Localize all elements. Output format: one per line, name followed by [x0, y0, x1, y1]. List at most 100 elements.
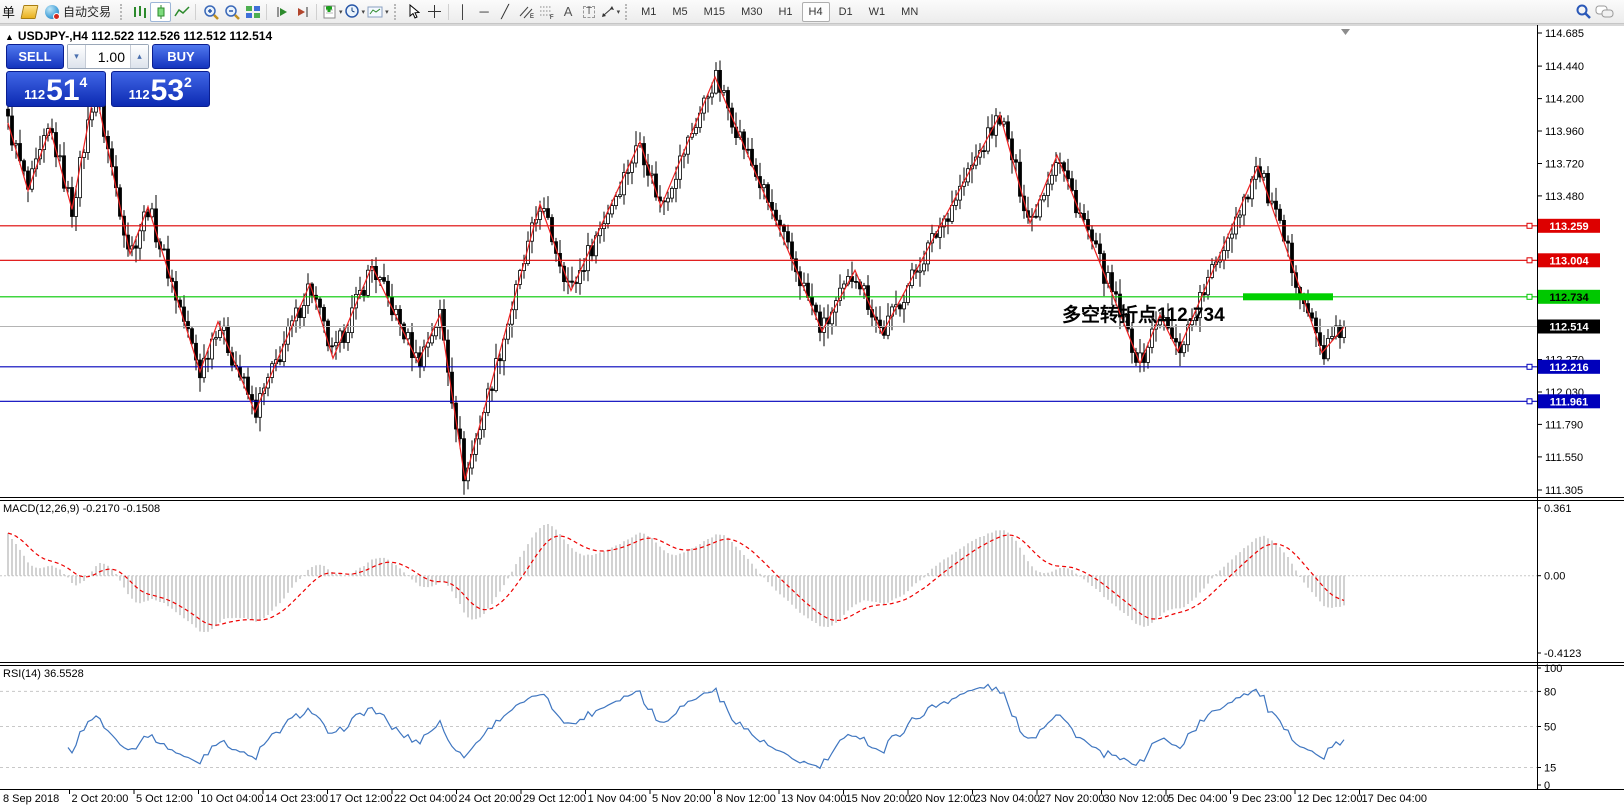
svg-text:112.734: 112.734 [1549, 292, 1589, 304]
svg-text:8 Nov 12:00: 8 Nov 12:00 [717, 793, 776, 805]
new-order-icon-button[interactable] [19, 2, 40, 22]
sell-button[interactable]: SELL [6, 44, 64, 69]
sell-price-prefix: 112 [24, 87, 46, 103]
svg-text:50: 50 [1544, 722, 1556, 734]
timeframe-w1[interactable]: W1 [862, 2, 893, 22]
search-button[interactable] [1573, 2, 1594, 22]
svg-text:112.216: 112.216 [1549, 362, 1588, 374]
dropdown-arrow-icon: ▾ [339, 8, 343, 16]
chart-header: ▲ USDJPY-,H4 112.522 112.526 112.512 112.… [5, 29, 272, 43]
timeframe-h4[interactable]: H4 [801, 1, 830, 22]
equidistant-channel-icon: E [519, 6, 534, 19]
chart-shift-button[interactable] [292, 2, 313, 22]
chart-shift-marker[interactable] [1341, 29, 1350, 35]
macd-panel-graphics [0, 524, 1537, 632]
svg-text:29 Oct 12:00: 29 Oct 12:00 [523, 793, 586, 805]
timeframe-h1[interactable]: H1 [771, 2, 799, 22]
timeframe-mn[interactable]: MN [894, 2, 925, 22]
tile-windows-button[interactable] [242, 2, 263, 22]
vertical-line-icon: │ [459, 4, 468, 19]
clock-icon [344, 4, 359, 18]
svg-text:114.440: 114.440 [1545, 61, 1584, 73]
turning-point-annotation: 多空转折点112.734 [1062, 303, 1225, 326]
svg-text:1 Nov 04:00: 1 Nov 04:00 [588, 793, 647, 805]
timeframe-m1[interactable]: M1 [634, 2, 663, 22]
svg-text:15 Nov 20:00: 15 Nov 20:00 [846, 793, 911, 805]
volume-input[interactable]: 1.00 [86, 45, 130, 68]
toolbar: 单 自动交易 ▾ ▾ ▾ │ ─ ╱ E F A T ▾ M1 M5 M15 M… [0, 0, 1624, 24]
dropdown-arrow-icon: ▾ [385, 8, 389, 16]
new-chart-button[interactable]: ▾ [321, 2, 344, 22]
buy-price-display[interactable]: 112 53 2 [110, 71, 210, 107]
svg-text:-0.4123: -0.4123 [1544, 648, 1581, 660]
channel-button[interactable]: E [516, 2, 537, 22]
svg-text:27 Nov 20:00: 27 Nov 20:00 [1039, 793, 1104, 805]
svg-text:10 Oct 04:00: 10 Oct 04:00 [201, 793, 264, 805]
svg-text:113.259: 113.259 [1549, 221, 1588, 233]
rsi-panel-graphics [0, 683, 1537, 770]
new-order-button[interactable]: 单 [2, 2, 15, 21]
timeframe-m30[interactable]: M30 [734, 2, 769, 22]
svg-text:15: 15 [1544, 763, 1556, 775]
text-button[interactable]: A [558, 2, 579, 22]
panel-frames [0, 24, 1624, 790]
zoom-in-button[interactable] [200, 2, 221, 22]
svg-text:0: 0 [1544, 780, 1550, 792]
buy-price-prefix: 112 [128, 87, 150, 103]
svg-text:113.720: 113.720 [1545, 159, 1584, 171]
candles [6, 60, 1346, 495]
buy-price-sup: 2 [184, 74, 192, 90]
autotrading-stopped-dot [53, 12, 61, 20]
sell-price-sup: 4 [79, 74, 88, 90]
fibonacci-button[interactable]: F [537, 2, 558, 22]
volume-increase-button[interactable]: ▴ [130, 45, 148, 68]
collapse-panel-icon[interactable]: ▲ [5, 32, 14, 42]
timeframe-m5[interactable]: M5 [665, 2, 694, 22]
candlestick-chart-icon [157, 4, 165, 19]
chat-button[interactable] [1594, 2, 1616, 22]
time-axis[interactable]: 8 Sep 2018 2 Oct 20:00 5 Oct 12:00 10 Oct 0… [3, 789, 1427, 806]
zoom-in-icon [203, 4, 219, 20]
trendline-icon: ╱ [501, 4, 509, 19]
svg-text:30 Nov 12:00: 30 Nov 12:00 [1104, 793, 1169, 805]
cursor-arrow-icon [409, 4, 420, 19]
line-chart-button[interactable] [171, 2, 192, 22]
chart-canvas[interactable]: 114.685 114.440 114.200 113.960 113.720 113.4… [0, 0, 1624, 812]
template-icon [367, 6, 383, 17]
sell-price-display[interactable]: 112 51 4 [6, 71, 106, 107]
text-label-button[interactable]: T [579, 2, 600, 22]
bar-chart-button[interactable] [129, 2, 150, 22]
zoom-out-button[interactable] [221, 2, 242, 22]
svg-text:8 Sep 2018: 8 Sep 2018 [3, 793, 59, 805]
svg-text:111.790: 111.790 [1545, 419, 1583, 431]
volume-decrease-button[interactable]: ▾ [68, 45, 86, 68]
periods-button[interactable]: ▾ [344, 2, 367, 22]
templates-button[interactable]: ▾ [366, 2, 390, 22]
arrows-icon [601, 6, 614, 17]
autotrading-button[interactable]: 自动交易 [40, 2, 116, 22]
timeframe-m15[interactable]: M15 [697, 2, 732, 22]
svg-text:111.961: 111.961 [1550, 396, 1589, 408]
svg-text:E: E [530, 14, 534, 19]
vertical-line-button[interactable]: │ [453, 2, 474, 22]
toolbar-grip [393, 3, 399, 20]
new-chart-icon [323, 5, 336, 19]
crosshair-button[interactable] [424, 2, 445, 22]
candlestick-chart-button[interactable] [150, 1, 172, 22]
svg-text:5 Nov 20:00: 5 Nov 20:00 [652, 793, 711, 805]
toolbar-separator [195, 3, 197, 20]
svg-text:12 Dec 12:00: 12 Dec 12:00 [1297, 793, 1362, 805]
arrows-button[interactable]: ▾ [600, 2, 622, 22]
horizontal-line-button[interactable]: ─ [474, 2, 495, 22]
svg-text:0.00: 0.00 [1544, 571, 1565, 583]
auto-scroll-button[interactable] [271, 2, 292, 22]
timeframe-d1[interactable]: D1 [832, 2, 860, 22]
svg-text:24 Oct 20:00: 24 Oct 20:00 [459, 793, 522, 805]
svg-text:14 Oct 23:00: 14 Oct 23:00 [265, 793, 328, 805]
zigzag-indicator [7, 75, 1345, 480]
bar-chart-icon [133, 5, 146, 18]
toolbar-separator [266, 3, 268, 20]
buy-button[interactable]: BUY [152, 44, 210, 69]
trendline-button[interactable]: ╱ [495, 2, 516, 22]
cursor-button[interactable] [403, 2, 424, 22]
